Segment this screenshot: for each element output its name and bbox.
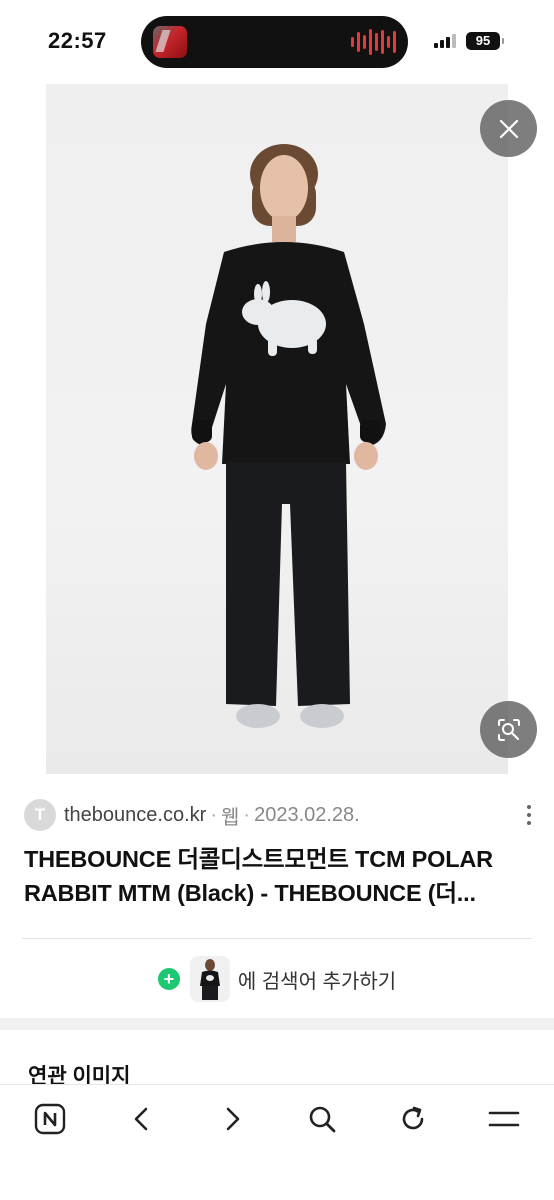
- result-title[interactable]: THEBOUNCE 더콜디스트모먼트 TCM POLAR RABBIT MTM …: [24, 842, 534, 910]
- chevron-left-icon: [134, 1107, 148, 1131]
- image-search-button[interactable]: [480, 701, 537, 758]
- source-type: 웹: [221, 806, 240, 829]
- more-options-icon[interactable]: [521, 801, 537, 829]
- source-row[interactable]: T thebounce.co.kr · 웹 · 2023.02.28.: [24, 798, 534, 832]
- battery-icon: 95: [466, 32, 504, 50]
- search-icon: [309, 1106, 336, 1133]
- chevron-right-icon: [226, 1107, 240, 1131]
- product-photo[interactable]: [46, 84, 508, 774]
- close-icon: [499, 119, 518, 138]
- now-playing-artwork: [153, 26, 187, 58]
- naver-home-icon: [34, 1103, 66, 1135]
- refresh-icon: [402, 1106, 424, 1130]
- close-button[interactable]: [480, 100, 537, 157]
- search-button[interactable]: [302, 1099, 342, 1139]
- back-button[interactable]: [122, 1099, 162, 1139]
- audio-waveform-icon: [351, 28, 396, 56]
- add-search-term-label: 에 검색어 추가하기: [237, 970, 397, 993]
- image-search-icon: [497, 718, 520, 741]
- divider: [22, 938, 532, 939]
- status-bar: 22:57 95: [0, 0, 554, 84]
- image-thumbnail: [189, 956, 230, 1002]
- forward-button[interactable]: [212, 1099, 252, 1139]
- add-search-term-button[interactable]: + 에 검색어 추가하기: [0, 954, 554, 1004]
- model-illustration: [191, 144, 386, 728]
- result-title-line-1: THEBOUNCE 더콜디스트모먼트 TCM POLAR: [24, 846, 493, 872]
- image-viewer: [0, 84, 554, 774]
- menu-button[interactable]: [484, 1099, 524, 1139]
- refresh-button[interactable]: [393, 1099, 433, 1139]
- plus-icon: +: [157, 968, 180, 990]
- naver-home-button[interactable]: [30, 1099, 70, 1139]
- source-domain[interactable]: thebounce.co.kr: [64, 804, 206, 827]
- bottom-toolbar: [0, 1084, 554, 1200]
- signal-icon: [434, 34, 456, 48]
- source-separator: ·: [210, 803, 217, 826]
- status-time: 22:57: [48, 28, 107, 53]
- source-date: 2023.02.28.: [254, 803, 360, 826]
- source-favicon: T: [24, 799, 56, 831]
- source-separator-2: ·: [243, 803, 251, 826]
- dynamic-island[interactable]: [141, 16, 408, 68]
- hamburger-menu-icon: [488, 1111, 520, 1127]
- section-separator: [0, 1018, 554, 1030]
- result-title-line-2: RABBIT MTM (Black) - THEBOUNCE (더...: [24, 880, 476, 906]
